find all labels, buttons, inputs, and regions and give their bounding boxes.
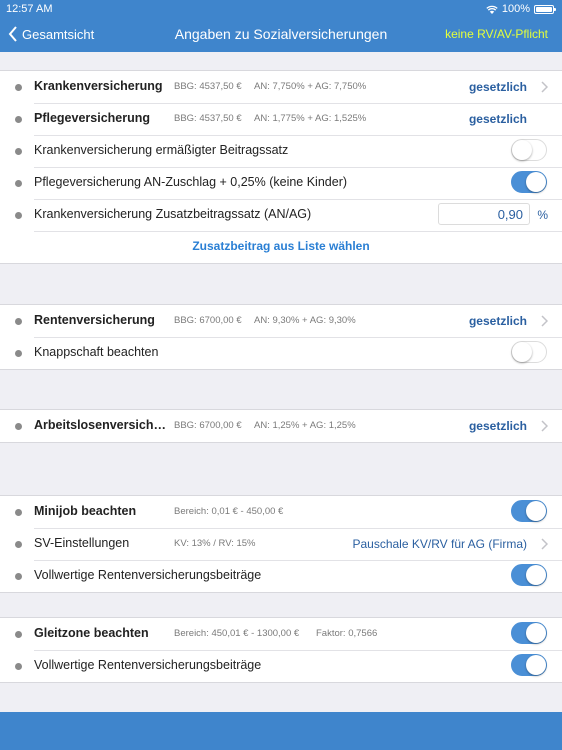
- value-gesetzlich[interactable]: gesetzlich: [469, 112, 527, 126]
- row-label: Minijob beachten: [34, 504, 137, 518]
- bbg-info: BBG: 4537,50 €: [174, 113, 242, 124]
- chevron-right-icon: [541, 315, 548, 327]
- toggle-knob: [526, 172, 546, 192]
- toggle-vollwertige-rv-gleitzone[interactable]: [511, 654, 547, 676]
- row-pv-zuschlag: Pflegeversicherung AN-Zuschlag + 0,25% (…: [0, 167, 562, 199]
- bullet-icon: [15, 318, 22, 325]
- pension-status-button[interactable]: keine RV/AV-Pflicht: [445, 27, 548, 41]
- toggle-knob: [526, 655, 546, 675]
- bullet-icon: [15, 84, 22, 91]
- zusatzbeitrag-input[interactable]: [438, 203, 530, 225]
- bbg-info: BBG: 6700,00 €: [174, 315, 242, 326]
- row-label: Rentenversicherung: [34, 313, 155, 327]
- rate-info: AN: 1,775% + AG: 1,525%: [254, 113, 367, 124]
- toggle-knob: [526, 565, 546, 585]
- row-label: Krankenversicherung: [34, 79, 163, 93]
- bullet-icon: [15, 148, 22, 155]
- bullet-icon: [15, 350, 22, 357]
- row-label: Krankenversicherung Zusatzbeitragssatz (…: [34, 207, 312, 221]
- bottom-toolbar: [0, 712, 562, 750]
- row-label: Vollwertige Rentenversicherungsbeiträge: [34, 658, 262, 672]
- toggle-vollwertige-rv-minijob[interactable]: [511, 564, 547, 586]
- range-info: Bereich: 0,01 € - 450,00 €: [174, 506, 284, 517]
- bullet-icon: [15, 180, 22, 187]
- bullet-icon: [15, 663, 22, 670]
- row-label: Pflegeversicherung: [34, 111, 151, 125]
- section-gleitzone: Gleitzone beachten Bereich: 450,01 € - 1…: [0, 617, 562, 683]
- bbg-info: BBG: 4537,50 €: [174, 81, 242, 92]
- toggle-gleitzone[interactable]: [511, 622, 547, 644]
- row-kv-zusatzbeitrag: Krankenversicherung Zusatzbeitragssatz (…: [0, 199, 562, 231]
- chevron-right-icon: [541, 420, 548, 432]
- toggle-knob: [512, 342, 532, 362]
- battery-percent: 100%: [501, 3, 530, 15]
- row-pflegeversicherung[interactable]: Pflegeversicherung BBG: 4537,50 € AN: 1,…: [0, 103, 562, 135]
- section-pension: Rentenversicherung BBG: 6700,00 € AN: 9,…: [0, 304, 562, 370]
- value-gesetzlich[interactable]: gesetzlich: [469, 419, 527, 433]
- section-unemployment: Arbeitslosenversich… BBG: 6700,00 € AN: …: [0, 409, 562, 443]
- toggle-knob: [512, 140, 532, 160]
- factor-info: Faktor: 0,7566: [316, 628, 378, 639]
- status-right: 100%: [486, 3, 556, 15]
- row-vollwertige-rv-minijob: Vollwertige Rentenversicherungsbeiträge: [0, 560, 562, 592]
- bullet-icon: [15, 212, 22, 219]
- toggle-minijob[interactable]: [511, 500, 547, 522]
- rate-info: AN: 1,25% + AG: 1,25%: [254, 420, 356, 431]
- chevron-left-icon: [8, 26, 17, 42]
- bullet-icon: [15, 631, 22, 638]
- range-info: Bereich: 450,01 € - 1300,00 €: [174, 628, 300, 639]
- bullet-icon: [15, 116, 22, 123]
- chevron-right-icon: [541, 538, 548, 550]
- back-button[interactable]: Gesamtsicht: [8, 26, 94, 42]
- value-gesetzlich[interactable]: gesetzlich: [469, 314, 527, 328]
- back-button-label: Gesamtsicht: [22, 26, 95, 42]
- zusatzbeitrag-list-link[interactable]: Zusatzbeitrag aus Liste wählen: [0, 239, 562, 253]
- navigation-bar: Gesamtsicht Angaben zu Sozialversicherun…: [0, 18, 562, 52]
- row-label: Pflegeversicherung AN-Zuschlag + 0,25% (…: [34, 175, 348, 189]
- row-gleitzone: Gleitzone beachten Bereich: 450,01 € - 1…: [0, 618, 562, 650]
- row-label: Arbeitslosenversich…: [34, 418, 166, 432]
- toggle-kv-ermaessigt[interactable]: [511, 139, 547, 161]
- toggle-pv-zuschlag[interactable]: [511, 171, 547, 193]
- percent-unit: %: [537, 208, 548, 222]
- row-label: Krankenversicherung ermäßigter Beitragss…: [34, 143, 289, 157]
- sv-setting-value[interactable]: Pauschale KV/RV für AG (Firma): [352, 537, 527, 551]
- bullet-icon: [15, 573, 22, 580]
- toggle-knob: [526, 501, 546, 521]
- row-minijob: Minijob beachten Bereich: 0,01 € - 450,0…: [0, 496, 562, 528]
- row-label: Knappschaft beachten: [34, 345, 159, 359]
- row-kv-ermaessigt: Krankenversicherung ermäßigter Beitragss…: [0, 135, 562, 167]
- bullet-icon: [15, 541, 22, 548]
- toggle-knappschaft[interactable]: [511, 341, 547, 363]
- status-bar: 12:57 AM 100%: [0, 0, 562, 18]
- row-label: SV-Einstellungen: [34, 536, 130, 550]
- wifi-icon: [486, 5, 498, 14]
- chevron-right-icon: [541, 81, 548, 93]
- toggle-knob: [526, 623, 546, 643]
- row-label: Gleitzone beachten: [34, 626, 149, 640]
- section-health-care: Krankenversicherung BBG: 4537,50 € AN: 7…: [0, 70, 562, 264]
- row-vollwertige-rv-gleitzone: Vollwertige Rentenversicherungsbeiträge: [0, 650, 562, 682]
- status-time: 12:57 AM: [6, 3, 53, 15]
- row-zusatzbeitrag-link: Zusatzbeitrag aus Liste wählen: [0, 231, 562, 263]
- row-rentenversicherung[interactable]: Rentenversicherung BBG: 6700,00 € AN: 9,…: [0, 305, 562, 337]
- rate-info: AN: 9,30% + AG: 9,30%: [254, 315, 356, 326]
- battery-icon: [534, 4, 556, 14]
- row-knappschaft: Knappschaft beachten: [0, 337, 562, 369]
- row-krankenversicherung[interactable]: Krankenversicherung BBG: 4537,50 € AN: 7…: [0, 71, 562, 103]
- value-gesetzlich[interactable]: gesetzlich: [469, 80, 527, 94]
- section-minijob: Minijob beachten Bereich: 0,01 € - 450,0…: [0, 495, 562, 593]
- bullet-icon: [15, 423, 22, 430]
- rate-info: AN: 7,750% + AG: 7,750%: [254, 81, 367, 92]
- bullet-icon: [15, 509, 22, 516]
- row-label: Vollwertige Rentenversicherungsbeiträge: [34, 568, 262, 582]
- row-arbeitslosenversicherung[interactable]: Arbeitslosenversich… BBG: 6700,00 € AN: …: [0, 410, 562, 442]
- sv-info: KV: 13% / RV: 15%: [174, 538, 256, 549]
- row-sv-einstellungen[interactable]: SV-Einstellungen KV: 13% / RV: 15% Pausc…: [0, 528, 562, 560]
- bbg-info: BBG: 6700,00 €: [174, 420, 242, 431]
